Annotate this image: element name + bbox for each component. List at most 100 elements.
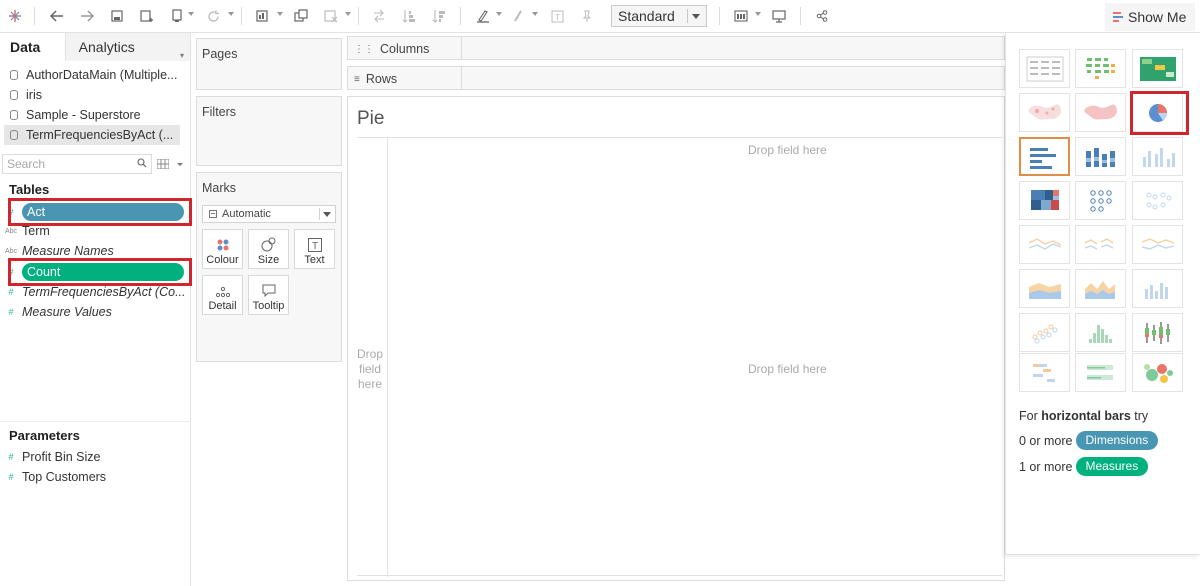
chart-packed-bubbles[interactable] [1132, 353, 1183, 392]
chart-scatter-plot[interactable] [1019, 313, 1070, 352]
data-source-item[interactable]: AuthorDataMain (Multiple... [0, 65, 190, 85]
detail-button[interactable]: Detail [202, 275, 243, 315]
tables-header: Tables [9, 182, 50, 197]
columns-shelf[interactable]: ⋮⋮ Columns [347, 36, 1005, 60]
chart-discrete-lines[interactable] [1075, 225, 1126, 264]
dropdown-caret-icon[interactable] [496, 12, 502, 16]
pause-auto-updates-icon[interactable] [168, 6, 186, 26]
redo-icon[interactable] [78, 6, 96, 26]
chart-horizontal-bars[interactable] [1019, 137, 1070, 176]
toolbar-separator [358, 7, 359, 25]
fit-select[interactable]: Standard [611, 5, 707, 27]
chart-circle-views[interactable] [1075, 181, 1126, 220]
measure-type-icon: # [8, 452, 14, 462]
text-button[interactable]: T Text [294, 229, 335, 269]
chart-side-by-side-bars[interactable] [1132, 137, 1183, 176]
chevron-down-icon[interactable] [175, 159, 185, 169]
chart-heat-map[interactable] [1075, 49, 1126, 88]
field-measure-values[interactable]: # Measure Values [0, 302, 190, 322]
data-source-item[interactable]: Sample - Superstore [0, 105, 190, 125]
chart-stacked-bars[interactable] [1075, 137, 1126, 176]
sort-descending-icon[interactable] [430, 6, 448, 26]
clear-sheet-icon[interactable] [322, 6, 340, 26]
divider [387, 137, 388, 577]
dropdown-caret-icon[interactable] [277, 12, 283, 16]
worksheet-view[interactable]: Pie Drop field here Drop field here Drop… [347, 96, 1005, 581]
show-mark-labels-icon[interactable]: T [548, 6, 566, 26]
select-divider [319, 208, 320, 220]
svg-text:T: T [555, 13, 560, 22]
dropdown-caret-icon[interactable] [345, 12, 351, 16]
search-input[interactable]: Search [2, 154, 152, 174]
mark-type-value: Automatic [222, 208, 271, 220]
highlight-table-icon [1139, 56, 1176, 81]
chart-dual-lines[interactable] [1132, 225, 1183, 264]
chart-continuous-lines[interactable] [1019, 225, 1070, 264]
data-source-name: iris [26, 88, 42, 102]
colour-button[interactable]: Colour [202, 229, 243, 269]
chart-highlight-table[interactable] [1132, 49, 1183, 88]
tab-data[interactable]: Data [0, 33, 66, 61]
show-me-panel: For horizontal bars try 0 or more Dimens… [1005, 33, 1200, 555]
tooltip-button[interactable]: Tooltip [248, 275, 289, 315]
undo-icon[interactable] [48, 6, 66, 26]
field-term-frequencies-count[interactable]: # TermFrequenciesByAct (Co... [0, 282, 190, 302]
data-source-item-selected[interactable]: TermFrequenciesByAct (... [4, 125, 180, 145]
share-icon[interactable] [813, 6, 831, 26]
chart-dual-combination[interactable] [1132, 269, 1183, 308]
drop-zone-center[interactable]: Drop field here [748, 362, 827, 376]
fix-axes-icon[interactable] [578, 6, 596, 26]
chart-text-table[interactable] [1019, 49, 1070, 88]
chart-gantt[interactable] [1019, 353, 1070, 392]
data-source-item[interactable]: iris [0, 85, 190, 105]
chart-area-discrete[interactable] [1075, 269, 1126, 308]
dropdown-caret-icon[interactable] [228, 12, 234, 16]
chart-histogram[interactable] [1075, 313, 1126, 352]
save-icon[interactable] [108, 6, 126, 26]
duplicate-sheet-icon[interactable] [292, 6, 310, 26]
mark-type-select[interactable]: Automatic [202, 205, 336, 223]
tableau-logo-icon[interactable] [6, 6, 24, 26]
field-term[interactable]: Abc Term [0, 221, 190, 241]
tab-analytics[interactable]: Analytics ▾ [65, 33, 190, 61]
parameter-profit-bin-size[interactable]: # Profit Bin Size [0, 447, 190, 467]
menu-caret-icon[interactable]: ▾ [180, 42, 184, 70]
rows-shelf[interactable]: ≡ Rows [347, 66, 1005, 90]
dropdown-caret-icon[interactable] [188, 12, 194, 16]
show-cards-icon[interactable] [732, 6, 750, 26]
svg-text:T: T [311, 241, 317, 252]
view-data-icon[interactable] [157, 159, 169, 169]
filters-shelf[interactable]: Filters [196, 96, 342, 166]
text-icon: T [307, 238, 322, 252]
refresh-icon[interactable] [204, 6, 222, 26]
new-data-source-icon[interactable] [138, 6, 156, 26]
group-members-icon[interactable] [509, 6, 527, 26]
dual-combination-icon [1144, 282, 1168, 299]
chart-side-by-side-circles[interactable] [1132, 181, 1183, 220]
chart-box-whisker[interactable] [1132, 313, 1183, 352]
drop-zone-rows[interactable]: Drop field here [357, 347, 383, 392]
presentation-mode-icon[interactable] [770, 6, 788, 26]
size-button[interactable]: Size [248, 229, 289, 269]
show-me-button[interactable]: Show Me [1105, 3, 1195, 31]
chart-symbol-map[interactable] [1019, 93, 1070, 132]
detail-icon [215, 286, 230, 298]
search-placeholder: Search [7, 157, 46, 171]
pages-shelf[interactable]: Pages [196, 38, 342, 90]
parameter-top-customers[interactable]: # Top Customers [0, 467, 190, 487]
dropdown-caret-icon[interactable] [532, 12, 538, 16]
rows-label: Rows [365, 72, 398, 86]
new-worksheet-icon[interactable] [254, 6, 272, 26]
field-name: TermFrequenciesByAct (Co... [22, 285, 186, 299]
chart-filled-map[interactable] [1075, 93, 1126, 132]
chart-area-continuous[interactable] [1019, 269, 1070, 308]
heat-map-icon [1085, 57, 1115, 79]
sort-ascending-icon[interactable] [400, 6, 418, 26]
drop-zone-columns[interactable]: Drop field here [748, 143, 827, 157]
view-title[interactable]: Pie [357, 108, 384, 130]
dropdown-caret-icon[interactable] [755, 12, 761, 16]
chart-bullet-graph[interactable] [1075, 353, 1126, 392]
chart-treemap[interactable] [1019, 181, 1070, 220]
highlight-icon[interactable] [474, 6, 492, 26]
swap-rows-columns-icon[interactable] [370, 6, 388, 26]
